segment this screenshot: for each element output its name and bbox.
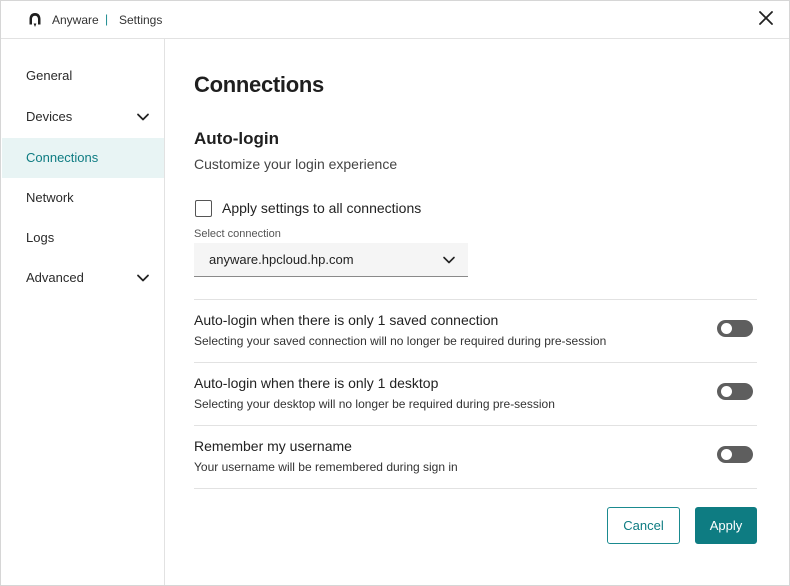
sidebar-item-devices[interactable]: Devices — [2, 97, 164, 137]
setting-description: Selecting your desktop will no longer be… — [194, 397, 555, 411]
setting-title: Auto-login when there is only 1 desktop — [194, 375, 439, 391]
section-subtitle: Customize your login experience — [194, 156, 398, 172]
auto-login-saved-connection-toggle[interactable] — [717, 320, 753, 337]
main-content: Connections Auto-login Customize your lo… — [194, 39, 759, 585]
chevron-down-icon — [443, 256, 455, 264]
cancel-button[interactable]: Cancel — [607, 507, 680, 544]
setting-row-saved-connection: Auto-login when there is only 1 saved co… — [194, 299, 757, 362]
sidebar-item-label: Devices — [26, 109, 73, 124]
divider — [194, 488, 757, 489]
sidebar: General Devices Connections Network Logs… — [1, 39, 165, 585]
sidebar-item-general[interactable]: General — [2, 56, 164, 96]
auto-login-single-desktop-toggle[interactable] — [717, 383, 753, 400]
apply-all-checkbox[interactable] — [195, 200, 212, 217]
sidebar-item-connections[interactable]: Connections — [2, 138, 164, 178]
section-title: Auto-login — [194, 129, 279, 148]
app-name: Anyware — [52, 13, 99, 27]
toggle-knob — [721, 323, 732, 334]
apply-all-label: Apply settings to all connections — [222, 200, 422, 216]
sidebar-item-label: Advanced — [26, 270, 84, 285]
apply-button[interactable]: Apply — [695, 507, 757, 544]
setting-description: Your username will be remembered during … — [194, 460, 458, 474]
sidebar-item-label: Network — [26, 190, 74, 205]
close-icon[interactable] — [756, 8, 776, 28]
toggle-knob — [721, 386, 732, 397]
setting-title: Auto-login when there is only 1 saved co… — [194, 312, 499, 328]
settings-window: Anyware | Settings General Devices Conne… — [0, 0, 790, 586]
select-connection-caption: Select connection — [194, 228, 281, 240]
setting-description: Selecting your saved connection will no … — [194, 334, 607, 348]
window-title: Settings — [119, 13, 163, 27]
sidebar-item-logs[interactable]: Logs — [2, 218, 164, 258]
setting-row-single-desktop: Auto-login when there is only 1 desktop … — [194, 362, 757, 425]
sidebar-item-label: Logs — [26, 230, 55, 245]
connection-select[interactable]: anyware.hpcloud.hp.com — [194, 243, 468, 277]
connection-select-value: anyware.hpcloud.hp.com — [209, 252, 354, 267]
chevron-down-icon — [137, 274, 149, 282]
sidebar-item-network[interactable]: Network — [2, 178, 164, 218]
sidebar-item-label: Connections — [26, 150, 99, 165]
sidebar-item-advanced[interactable]: Advanced — [2, 258, 164, 298]
page-title: Connections — [194, 72, 324, 97]
setting-title: Remember my username — [194, 438, 352, 454]
toggle-knob — [721, 449, 732, 460]
remember-username-toggle[interactable] — [717, 446, 753, 463]
setting-row-remember-username: Remember my username Your username will … — [194, 425, 757, 488]
anyware-logo-icon — [29, 13, 41, 27]
title-separator: | — [105, 12, 109, 26]
chevron-down-icon — [137, 113, 149, 121]
title-bar: Anyware | Settings — [1, 1, 789, 39]
sidebar-item-label: General — [26, 68, 73, 83]
